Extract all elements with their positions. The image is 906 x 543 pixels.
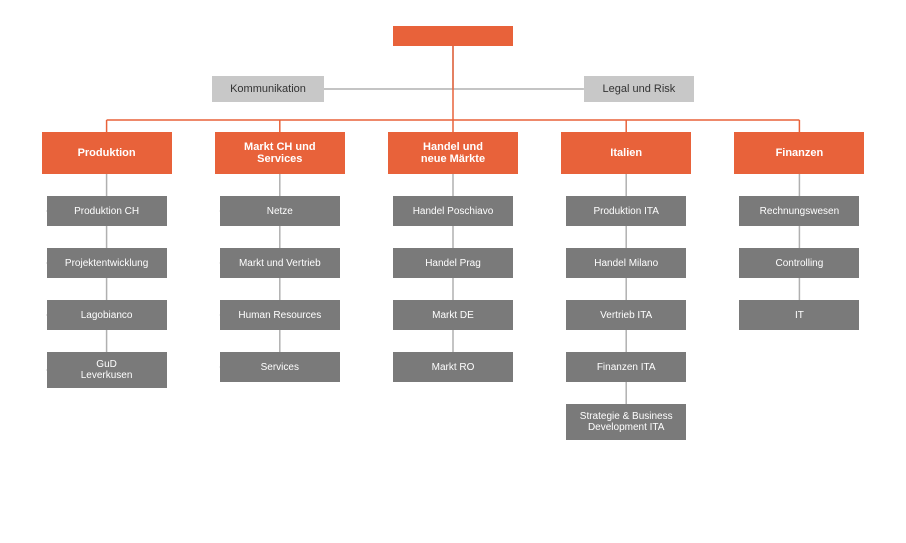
list-item: Vertrieb ITA (566, 300, 686, 330)
list-item: Produktion CH (47, 196, 167, 226)
col-header-produktion: Produktion (42, 132, 172, 174)
column-finanzen: Finanzen Rechnungswesen Controlling IT (713, 132, 886, 330)
list-item: Handel Prag (393, 248, 513, 278)
col-header-markt-ch: Markt CH und Services (215, 132, 345, 174)
col-header-italien: Italien (561, 132, 691, 174)
col-items-handel: Handel Poschiavo Handel Prag Markt DE Ma… (388, 174, 518, 382)
list-item: Human Resources (220, 300, 340, 330)
list-item: Handel Milano (566, 248, 686, 278)
list-item: Markt DE (393, 300, 513, 330)
org-chart: Kommunikation Legal und Risk Produktion … (20, 26, 886, 526)
list-item: Lagobianco (47, 300, 167, 330)
col-header-finanzen: Finanzen (734, 132, 864, 174)
list-item: Controlling (739, 248, 859, 278)
list-item: Produktion ITA (566, 196, 686, 226)
ceo-box (393, 26, 513, 46)
list-item: Markt und Vertrieb (220, 248, 340, 278)
page: Kommunikation Legal und Risk Produktion … (0, 0, 906, 538)
col-items-produktion: Produktion CH Projektentwicklung Lagobia… (42, 174, 172, 388)
list-item: Netze (220, 196, 340, 226)
list-item: Strategie & Business Development ITA (566, 404, 686, 440)
col-items-italien: Produktion ITA Handel Milano Vertrieb IT… (561, 174, 691, 440)
legal-risk-box: Legal und Risk (584, 76, 694, 102)
col-items-finanzen: Rechnungswesen Controlling IT (734, 174, 864, 330)
list-item: Rechnungswesen (739, 196, 859, 226)
list-item: Projektentwicklung (47, 248, 167, 278)
col-items-markt-ch: Netze Markt und Vertrieb Human Resources… (215, 174, 345, 382)
list-item: Finanzen ITA (566, 352, 686, 382)
column-italien: Italien Produktion ITA Handel Milano Ver… (540, 132, 713, 440)
column-markt-ch: Markt CH und Services Netze Markt und Ve… (193, 132, 366, 382)
list-item: IT (739, 300, 859, 330)
kommunikation-box: Kommunikation (212, 76, 324, 102)
list-item: Markt RO (393, 352, 513, 382)
list-item: Handel Poschiavo (393, 196, 513, 226)
column-handel: Handel und neue Märkte Handel Poschiavo … (366, 132, 539, 382)
list-item: GuD Leverkusen (47, 352, 167, 388)
col-header-handel: Handel und neue Märkte (388, 132, 518, 174)
column-produktion: Produktion Produktion CH Projektentwickl… (20, 132, 193, 388)
list-item: Services (220, 352, 340, 382)
